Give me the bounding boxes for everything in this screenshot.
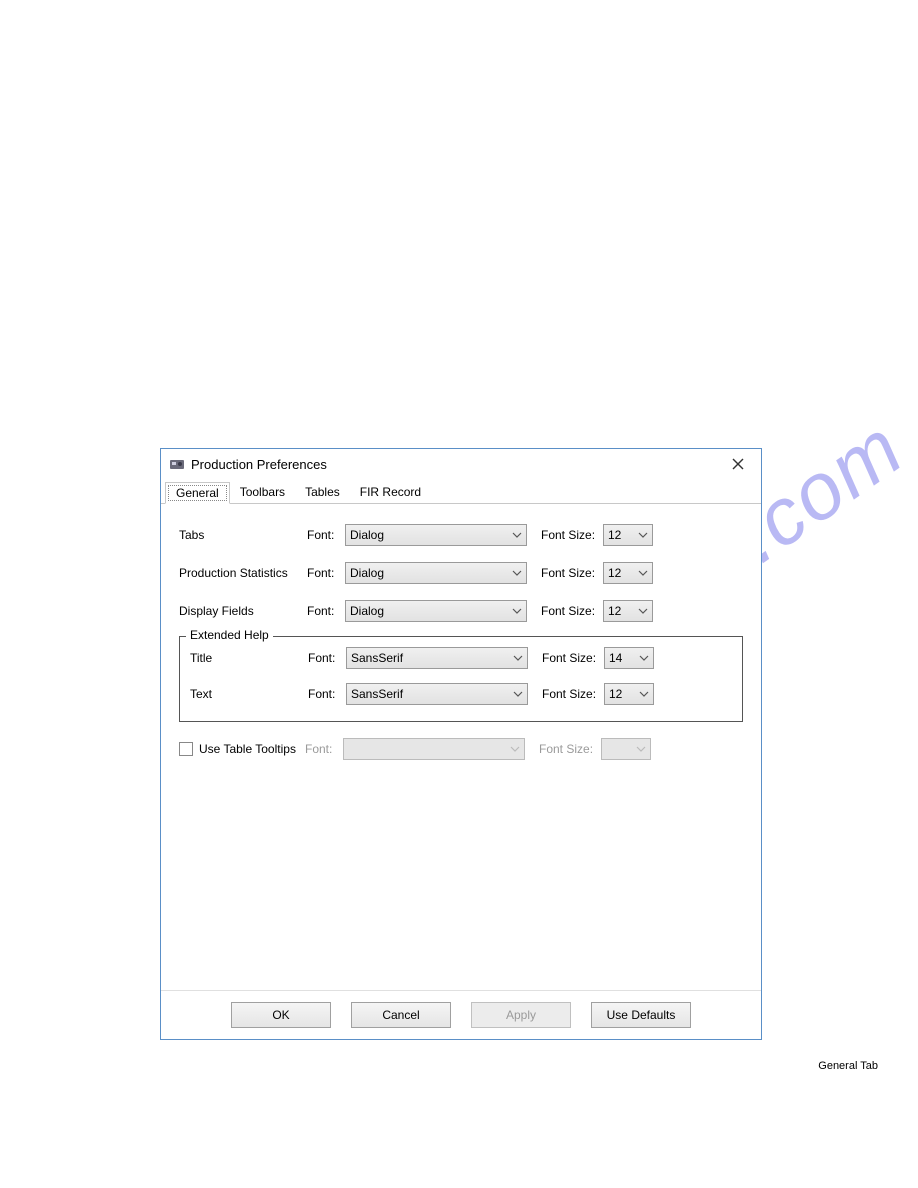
font-label: Font:	[307, 566, 345, 580]
label-display: Display Fields	[179, 604, 307, 618]
font-label: Font:	[307, 604, 345, 618]
label-use-tooltips: Use Table Tooltips	[199, 742, 305, 756]
tooltips-size-combo	[601, 738, 651, 760]
label-prodstats: Production Statistics	[179, 566, 307, 580]
chevron-down-icon	[639, 653, 649, 663]
combo-value: 12	[608, 566, 621, 580]
label-text: Text	[190, 687, 308, 701]
combo-value: Dialog	[350, 528, 384, 542]
row-text: Text Font: SansSerif Font Size: 12	[190, 681, 732, 707]
titlebar: Production Preferences	[161, 449, 761, 479]
size-label: Font Size:	[542, 687, 604, 701]
label-title: Title	[190, 651, 308, 665]
use-table-tooltips-checkbox[interactable]	[179, 742, 193, 756]
display-font-combo[interactable]: Dialog	[345, 600, 527, 622]
chevron-down-icon	[636, 744, 646, 754]
row-display-fields: Display Fields Font: Dialog Font Size: 1…	[179, 598, 743, 624]
size-label: Font Size:	[539, 742, 601, 756]
tab-fir-record[interactable]: FIR Record	[350, 482, 431, 504]
size-label: Font Size:	[541, 528, 603, 542]
tab-toolbars[interactable]: Toolbars	[230, 482, 295, 504]
combo-value: 12	[608, 604, 621, 618]
chevron-down-icon	[513, 653, 523, 663]
chevron-down-icon	[639, 689, 649, 699]
font-label: Font:	[308, 687, 346, 701]
button-bar: OK Cancel Apply Use Defaults	[161, 990, 761, 1039]
combo-value: 12	[608, 528, 621, 542]
tabs-size-combo[interactable]: 12	[603, 524, 653, 546]
ok-button[interactable]: OK	[231, 1002, 331, 1028]
chevron-down-icon	[638, 568, 648, 578]
chevron-down-icon	[638, 530, 648, 540]
tabstrip: General Toolbars Tables FIR Record	[161, 479, 761, 504]
chevron-down-icon	[510, 744, 520, 754]
row-production-statistics: Production Statistics Font: Dialog Font …	[179, 560, 743, 586]
label-tabs: Tabs	[179, 528, 307, 542]
combo-value: 12	[609, 687, 622, 701]
size-label: Font Size:	[541, 566, 603, 580]
row-title: Title Font: SansSerif Font Size: 14	[190, 645, 732, 671]
tooltips-font-combo	[343, 738, 525, 760]
chevron-down-icon	[513, 689, 523, 699]
title-size-combo[interactable]: 14	[604, 647, 654, 669]
close-button[interactable]	[723, 452, 753, 476]
combo-value: Dialog	[350, 566, 384, 580]
size-label: Font Size:	[542, 651, 604, 665]
chevron-down-icon	[512, 568, 522, 578]
prodstats-font-combo[interactable]: Dialog	[345, 562, 527, 584]
figure-caption: General Tab	[818, 1060, 878, 1072]
combo-value: 14	[609, 651, 622, 665]
extended-help-legend: Extended Help	[186, 628, 273, 642]
app-icon	[169, 456, 185, 472]
font-label: Font:	[307, 528, 345, 542]
preferences-dialog: Production Preferences General Toolbars …	[160, 448, 762, 1040]
font-label: Font:	[308, 651, 346, 665]
extended-help-group: Extended Help Title Font: SansSerif Font…	[179, 636, 743, 722]
chevron-down-icon	[512, 606, 522, 616]
tab-tables[interactable]: Tables	[295, 482, 350, 504]
text-font-combo[interactable]: SansSerif	[346, 683, 528, 705]
close-icon	[732, 458, 744, 470]
combo-value: SansSerif	[351, 651, 403, 665]
tabs-font-combo[interactable]: Dialog	[345, 524, 527, 546]
chevron-down-icon	[638, 606, 648, 616]
text-size-combo[interactable]: 12	[604, 683, 654, 705]
use-defaults-button[interactable]: Use Defaults	[591, 1002, 691, 1028]
tab-content: Tabs Font: Dialog Font Size: 12 Producti…	[161, 504, 761, 990]
prodstats-size-combo[interactable]: 12	[603, 562, 653, 584]
display-size-combo[interactable]: 12	[603, 600, 653, 622]
cancel-button[interactable]: Cancel	[351, 1002, 451, 1028]
combo-value: Dialog	[350, 604, 384, 618]
combo-value: SansSerif	[351, 687, 403, 701]
row-use-table-tooltips: Use Table Tooltips Font: Font Size:	[179, 736, 743, 762]
dialog-title: Production Preferences	[191, 457, 723, 472]
size-label: Font Size:	[541, 604, 603, 618]
apply-button: Apply	[471, 1002, 571, 1028]
title-font-combo[interactable]: SansSerif	[346, 647, 528, 669]
row-tabs: Tabs Font: Dialog Font Size: 12	[179, 522, 743, 548]
chevron-down-icon	[512, 530, 522, 540]
font-label: Font:	[305, 742, 343, 756]
tab-general[interactable]: General	[165, 482, 230, 504]
